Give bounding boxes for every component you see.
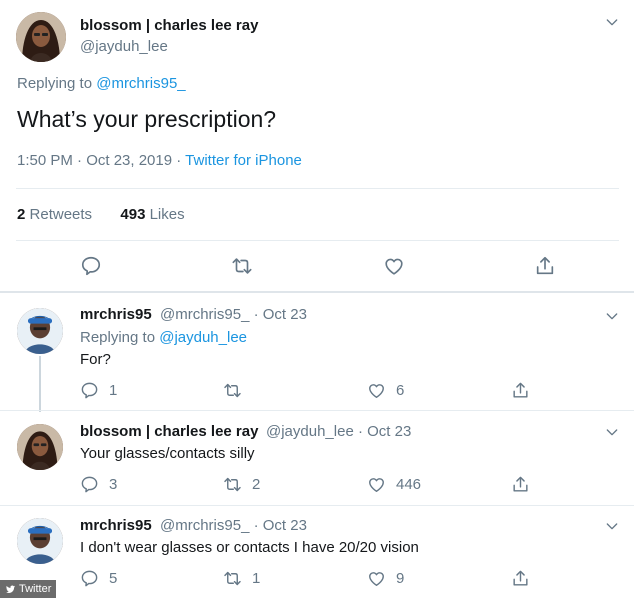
retweet-icon: [223, 475, 242, 494]
separator: [0, 410, 634, 411]
tweet-stats: 2 Retweets 493 Likes: [17, 206, 185, 223]
share-icon: [511, 569, 530, 588]
author-handle: @jayduh_lee: [266, 423, 354, 440]
reply-date: · Oct 23: [253, 306, 307, 323]
avatar[interactable]: [17, 308, 63, 354]
reply-text: I don't wear glasses or contacts I have …: [80, 539, 419, 556]
replying-prefix: Replying to: [17, 75, 93, 92]
retweets-stat[interactable]: 2 Retweets: [17, 206, 92, 223]
reply-date: · Oct 23: [357, 423, 412, 440]
like-count: 9: [396, 569, 405, 587]
main-tweet: blossom | charles lee ray @jayduh_lee Re…: [0, 0, 634, 292]
separator: [0, 505, 634, 506]
likes-stat[interactable]: 493 Likes: [120, 206, 184, 223]
author-name[interactable]: mrchris95: [80, 306, 152, 323]
share-action[interactable]: [511, 568, 530, 588]
main-actions: [0, 255, 634, 279]
tweet-source[interactable]: Twitter for iPhone: [185, 152, 302, 169]
reply-tweet[interactable]: mrchris95 @mrchris95_ · Oct 23 I don't w…: [0, 517, 634, 598]
likes-label: Likes: [149, 206, 185, 223]
author-handle-date[interactable]: @mrchris95_ · Oct 23: [160, 517, 307, 534]
like-icon: [367, 569, 386, 588]
reply-text: For?: [80, 351, 111, 368]
reply-count: 1: [109, 381, 118, 399]
share-action[interactable]: [511, 474, 530, 494]
like-action[interactable]: 6: [367, 380, 404, 400]
retweet-count: 2: [252, 475, 261, 493]
replying-to: Replying to @mrchris95_: [17, 75, 186, 92]
reply-date: · Oct 23: [253, 517, 307, 534]
replying-prefix: Replying to: [80, 329, 156, 346]
share-icon: [511, 475, 530, 494]
like-action[interactable]: 446: [367, 474, 421, 494]
reply-tweet[interactable]: blossom | charles lee ray @jayduh_lee · …: [0, 423, 634, 504]
author-name[interactable]: blossom | charles lee ray: [80, 17, 258, 34]
reply-icon: [80, 569, 99, 588]
share-icon[interactable]: [534, 255, 556, 277]
replying-to-link[interactable]: @mrchris95_: [96, 75, 185, 92]
reply-icon: [80, 381, 99, 400]
like-icon[interactable]: [383, 255, 405, 277]
author-handle: @mrchris95_: [160, 517, 250, 534]
reply-icon[interactable]: [80, 255, 102, 277]
retweet-icon: [223, 569, 242, 588]
share-icon: [511, 381, 530, 400]
author-name[interactable]: blossom | charles lee ray: [80, 423, 258, 440]
reply-count: 3: [109, 475, 118, 493]
tweet-text: What’s your prescription?: [17, 106, 277, 132]
avatar[interactable]: [17, 424, 63, 470]
replying-to-link[interactable]: @jayduh_lee: [159, 329, 247, 346]
share-action[interactable]: [511, 380, 530, 400]
retweets-count: 2: [17, 206, 26, 223]
author-handle: @mrchris95_: [160, 306, 250, 323]
reply-count: 5: [109, 569, 118, 587]
reply-tweet[interactable]: mrchris95 @mrchris95_ · Oct 23 Replying …: [0, 306, 634, 408]
divider: [16, 188, 619, 189]
author-handle-date[interactable]: @jayduh_lee · Oct 23: [266, 423, 411, 440]
tweet-meta: 1:50 PM · Oct 23, 2019 · Twitter for iPh…: [17, 152, 302, 169]
like-count: 446: [396, 475, 422, 493]
reply-text: Your glasses/contacts silly: [80, 445, 255, 462]
like-icon: [367, 475, 386, 494]
reply-action[interactable]: 3: [80, 474, 117, 494]
retweet-count: 1: [252, 569, 261, 587]
avatar[interactable]: [17, 518, 63, 564]
author-handle-date[interactable]: @mrchris95_ · Oct 23: [160, 306, 307, 323]
reply-action[interactable]: 1: [80, 380, 117, 400]
reply-icon: [80, 475, 99, 494]
retweet-action[interactable]: 1: [223, 568, 260, 588]
likes-count: 493: [120, 206, 146, 223]
divider: [16, 240, 619, 241]
watermark-label: Twitter: [19, 583, 52, 595]
chevron-down-icon[interactable]: [604, 14, 620, 30]
avatar[interactable]: [16, 12, 66, 62]
retweet-icon: [223, 381, 242, 400]
chevron-down-icon[interactable]: [604, 518, 620, 534]
chevron-down-icon[interactable]: [604, 308, 620, 324]
separator: [0, 291, 634, 293]
like-count: 6: [396, 381, 405, 399]
retweet-icon[interactable]: [231, 255, 253, 277]
author-name[interactable]: mrchris95: [80, 517, 152, 534]
reply-action[interactable]: 5: [80, 568, 117, 588]
like-action[interactable]: 9: [367, 568, 404, 588]
author-handle[interactable]: @jayduh_lee: [80, 38, 168, 55]
like-icon: [367, 381, 386, 400]
twitter-watermark: Twitter: [0, 580, 57, 598]
timestamp[interactable]: 1:50 PM · Oct 23, 2019 ·: [17, 152, 181, 169]
replying-to: Replying to @jayduh_lee: [80, 329, 247, 346]
retweet-action[interactable]: [223, 380, 252, 400]
twitter-bird-icon: [5, 584, 16, 595]
retweet-action[interactable]: 2: [223, 474, 260, 494]
retweets-label: Retweets: [29, 206, 93, 223]
chevron-down-icon[interactable]: [604, 424, 620, 440]
